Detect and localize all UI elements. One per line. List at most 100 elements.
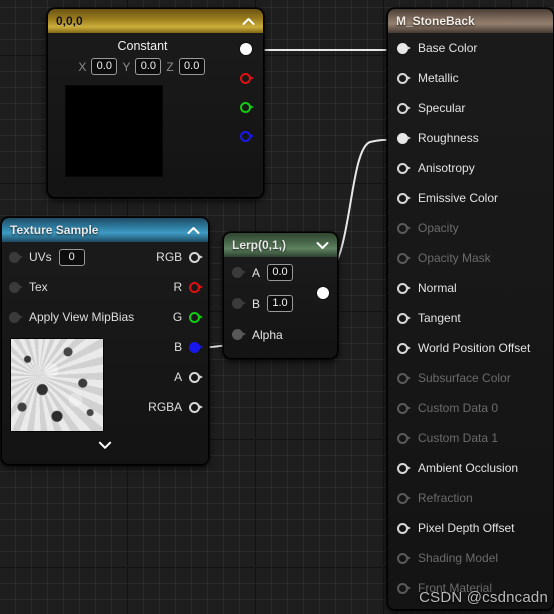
material-input-emissive-color-label: Emissive Color [418, 191, 499, 205]
material-input-emissive-color[interactable]: Emissive Color [388, 183, 553, 213]
output-pin-a[interactable] [189, 371, 204, 383]
output-pin-b[interactable] [189, 341, 204, 353]
constant-output-pin-g[interactable] [239, 102, 254, 113]
material-input-world-position-offset-label: World Position Offset [418, 341, 531, 355]
node-material-output[interactable]: M_StoneBack Base Color Metallic Specular… [387, 8, 554, 610]
texture-output-a[interactable]: A [141, 362, 208, 392]
node-texture-sample-titlebar[interactable]: Texture Sample [2, 218, 208, 242]
constant-output-pin-b[interactable] [239, 131, 254, 142]
input-pin-apply-view-mipbias[interactable] [9, 311, 23, 323]
texture-output-a-label: A [174, 370, 183, 384]
constant-output-pin-r[interactable] [239, 73, 254, 84]
material-input-pixel-depth-offset-label: Pixel Depth Offset [418, 521, 515, 535]
material-input-world-position-offset[interactable]: World Position Offset [388, 333, 553, 363]
material-input-tangent-label: Tangent [418, 311, 461, 325]
texture-output-rgb-label: RGB [156, 250, 183, 264]
node-material-title: M_StoneBack [396, 14, 475, 28]
material-input-specular[interactable]: Specular [388, 93, 553, 123]
input-pin-alpha[interactable] [232, 329, 246, 340]
node-constant-title: 0,0,0 [56, 14, 83, 28]
node-constant[interactable]: 0,0,0 Constant X 0.0 Y 0.0 Z 0.0 [47, 8, 264, 198]
texture-output-r[interactable]: R [141, 272, 208, 302]
watermark-text: CSDN @csdncadn [419, 589, 548, 606]
texture-output-rgb[interactable]: RGB [141, 242, 208, 272]
input-pin-ambient-occlusion[interactable] [397, 462, 411, 474]
constant-z-input[interactable]: 0.0 [178, 58, 205, 75]
material-input-shading-model-label: Shading Model [418, 551, 499, 565]
material-input-refraction-label: Refraction [418, 491, 473, 505]
lerp-input-a-value[interactable]: 0.0 [267, 264, 294, 281]
texture-output-b[interactable]: B [141, 332, 208, 362]
texture-input-uvs[interactable]: UVs 0 [2, 242, 141, 272]
input-pin-roughness[interactable] [397, 132, 411, 144]
material-input-ambient-occlusion-label: Ambient Occlusion [418, 461, 519, 475]
input-pin-specular[interactable] [397, 102, 411, 114]
material-input-subsurface-color: Subsurface Color [388, 363, 553, 393]
input-pin-opacity-mask [397, 252, 411, 264]
input-pin-tex[interactable] [9, 281, 23, 293]
material-input-opacity-mask: Opacity Mask [388, 243, 553, 273]
texture-input-mipbias-label: Apply View MipBias [29, 310, 135, 324]
material-input-ambient-occlusion[interactable]: Ambient Occlusion [388, 453, 553, 483]
lerp-input-alpha-label: Alpha [252, 327, 283, 342]
texture-input-mipbias[interactable]: Apply View MipBias [2, 302, 141, 332]
material-input-base-color-label: Base Color [418, 41, 478, 55]
chevron-up-icon[interactable] [241, 14, 255, 28]
input-pin-a[interactable] [232, 267, 246, 278]
constant-y-input[interactable]: 0.0 [135, 58, 162, 75]
output-pin-g[interactable] [189, 311, 204, 323]
material-input-tangent[interactable]: Tangent [388, 303, 553, 333]
input-pin-emissive-color[interactable] [397, 192, 411, 204]
node-lerp[interactable]: Lerp(0,1,) A 0.0 B 1.0 Alpha [223, 232, 338, 359]
input-pin-b[interactable] [232, 298, 246, 309]
constant-output-pin-rgb[interactable] [240, 43, 252, 55]
lerp-input-b-label: B [252, 296, 261, 311]
input-pin-subsurface-color [397, 372, 411, 384]
material-input-metallic-label: Metallic [418, 71, 459, 85]
input-pin-tangent[interactable] [397, 312, 411, 324]
input-pin-world-position-offset[interactable] [397, 342, 411, 354]
chevron-down-icon[interactable] [98, 438, 112, 452]
material-input-shading-model: Shading Model [388, 543, 553, 573]
constant-label: Constant [117, 39, 168, 53]
lerp-input-a[interactable]: A 0.0 [224, 257, 337, 288]
output-pin-r[interactable] [189, 281, 204, 293]
lerp-output-pin[interactable] [317, 287, 329, 299]
chevron-up-icon[interactable] [186, 223, 200, 237]
lerp-input-alpha[interactable]: Alpha [224, 319, 337, 350]
input-pin-uvs[interactable] [9, 251, 23, 263]
material-input-opacity: Opacity [388, 213, 553, 243]
constant-x-input[interactable]: 0.0 [91, 58, 118, 75]
material-input-normal[interactable]: Normal [388, 273, 553, 303]
texture-output-g[interactable]: G [141, 302, 208, 332]
texture-output-r-label: R [173, 280, 183, 294]
input-pin-refraction [397, 492, 411, 504]
input-pin-anisotropy[interactable] [397, 162, 411, 174]
input-pin-base-color[interactable] [397, 42, 411, 54]
material-input-roughness[interactable]: Roughness [388, 123, 553, 153]
material-input-pixel-depth-offset[interactable]: Pixel Depth Offset [388, 513, 553, 543]
input-pin-normal[interactable] [397, 282, 411, 294]
texture-input-uvs-value[interactable]: 0 [58, 248, 85, 266]
input-pin-pixel-depth-offset[interactable] [397, 522, 411, 534]
output-pin-rgb[interactable] [189, 251, 204, 263]
material-input-anisotropy[interactable]: Anisotropy [388, 153, 553, 183]
node-texture-sample-title: Texture Sample [10, 223, 99, 237]
node-material-titlebar[interactable]: M_StoneBack [388, 9, 553, 33]
input-pin-front-material [397, 582, 411, 594]
texture-input-tex[interactable]: Tex [2, 272, 141, 302]
texture-expand-row[interactable] [2, 432, 208, 458]
texture-output-rgba[interactable]: RGBA [141, 392, 208, 422]
output-pin-rgba[interactable] [189, 401, 204, 413]
constant-y-label: Y [122, 59, 131, 74]
material-input-metallic[interactable]: Metallic [388, 63, 553, 93]
input-pin-metallic[interactable] [397, 72, 411, 84]
chevron-down-icon[interactable] [315, 238, 329, 252]
node-texture-sample[interactable]: Texture Sample UVs 0 Tex Apply View MipB… [1, 217, 209, 465]
lerp-input-a-label: A [252, 265, 261, 280]
material-input-base-color[interactable]: Base Color [388, 33, 553, 63]
node-constant-titlebar[interactable]: 0,0,0 [48, 9, 263, 33]
lerp-input-b-value[interactable]: 1.0 [267, 295, 294, 312]
material-graph-canvas[interactable]: 0,0,0 Constant X 0.0 Y 0.0 Z 0.0 Texture… [0, 0, 554, 614]
node-lerp-titlebar[interactable]: Lerp(0,1,) [224, 233, 337, 257]
